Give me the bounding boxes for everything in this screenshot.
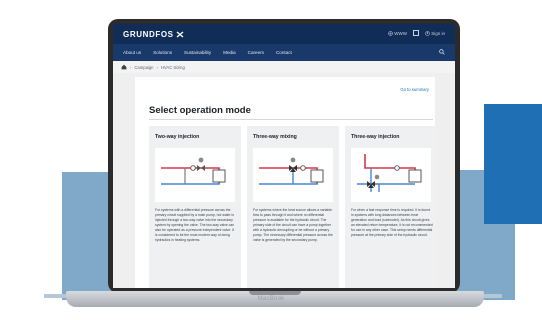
logo-text: GRUNDFOS (123, 30, 174, 39)
nav-contact[interactable]: Contact (276, 50, 292, 55)
www-label: WWW (394, 30, 407, 36)
diagram-three-way-mixing-svg (259, 157, 324, 185)
diagram-two-way-injection-svg (161, 157, 226, 185)
card-title: Three-way injection (351, 134, 400, 140)
card-description: For systems with a differential pressure… (155, 208, 235, 242)
globe-icon (388, 30, 393, 36)
main-nav: About us Solutions Sustainability Media … (113, 44, 455, 61)
hydraulic-diagram-three-way-injection (351, 148, 431, 202)
card-title: Two-way injection (155, 134, 200, 140)
background-block-blue (484, 104, 542, 224)
page-title: Select operation mode (149, 105, 251, 116)
nav-solutions[interactable]: Solutions (153, 50, 172, 55)
apps-grid-icon[interactable] (412, 30, 419, 36)
laptop-screen: GRUNDFOS WWW Sign in About us Solutions … (113, 24, 455, 288)
laptop-notch (249, 291, 301, 295)
option-card-three-way-injection[interactable]: Three-way injection For when a fast resp… (345, 126, 437, 288)
title-divider (149, 119, 433, 120)
sign-in-label: Sign in (431, 30, 445, 36)
hydraulic-diagram-three-way-mixing (253, 148, 333, 202)
home-icon[interactable] (121, 64, 127, 70)
search-icon[interactable] (439, 49, 445, 55)
breadcrumb-hvac-sizing: HVAC Sizing (160, 64, 185, 70)
breadcrumb-separator-icon: › (156, 64, 158, 70)
globe-link[interactable]: WWW (388, 31, 407, 36)
nav-careers[interactable]: Careers (248, 50, 264, 55)
content-panel: Go to summary Select operation mode Two-… (135, 77, 437, 288)
card-description: For when a fast response time is require… (351, 208, 433, 237)
logo-x-icon (176, 31, 184, 38)
option-card-three-way-mixing[interactable]: Three-way mixing For systems where the h… (247, 126, 339, 288)
go-to-summary-link[interactable]: Go to summary (400, 87, 429, 92)
hydraulic-diagram-two-way-injection (155, 148, 235, 202)
background-block-left (62, 172, 114, 300)
top-right-links: WWW Sign in (388, 30, 445, 36)
breadcrumb-separator-icon: › (130, 64, 132, 70)
sign-in-link[interactable]: Sign in (425, 31, 445, 36)
nav-about-us[interactable]: About us (123, 50, 141, 55)
user-icon (425, 30, 430, 36)
breadcrumb: › Campaign › HVAC Sizing (113, 61, 455, 73)
diagram-three-way-injection-svg (357, 154, 422, 192)
nav-media[interactable]: Media (223, 50, 236, 55)
breadcrumb-campaign[interactable]: Campaign (134, 65, 153, 70)
card-description: For systems where the heat source allows… (253, 208, 333, 242)
laptop-label: MacBook (257, 296, 285, 302)
top-bar: GRUNDFOS WWW Sign in (113, 24, 455, 44)
grundfos-logo[interactable]: GRUNDFOS (123, 30, 184, 39)
nav-sustainability[interactable]: Sustainability (184, 50, 211, 55)
card-title: Three-way mixing (253, 134, 297, 140)
option-card-two-way-injection[interactable]: Two-way injection For systems with a dif… (149, 126, 241, 288)
